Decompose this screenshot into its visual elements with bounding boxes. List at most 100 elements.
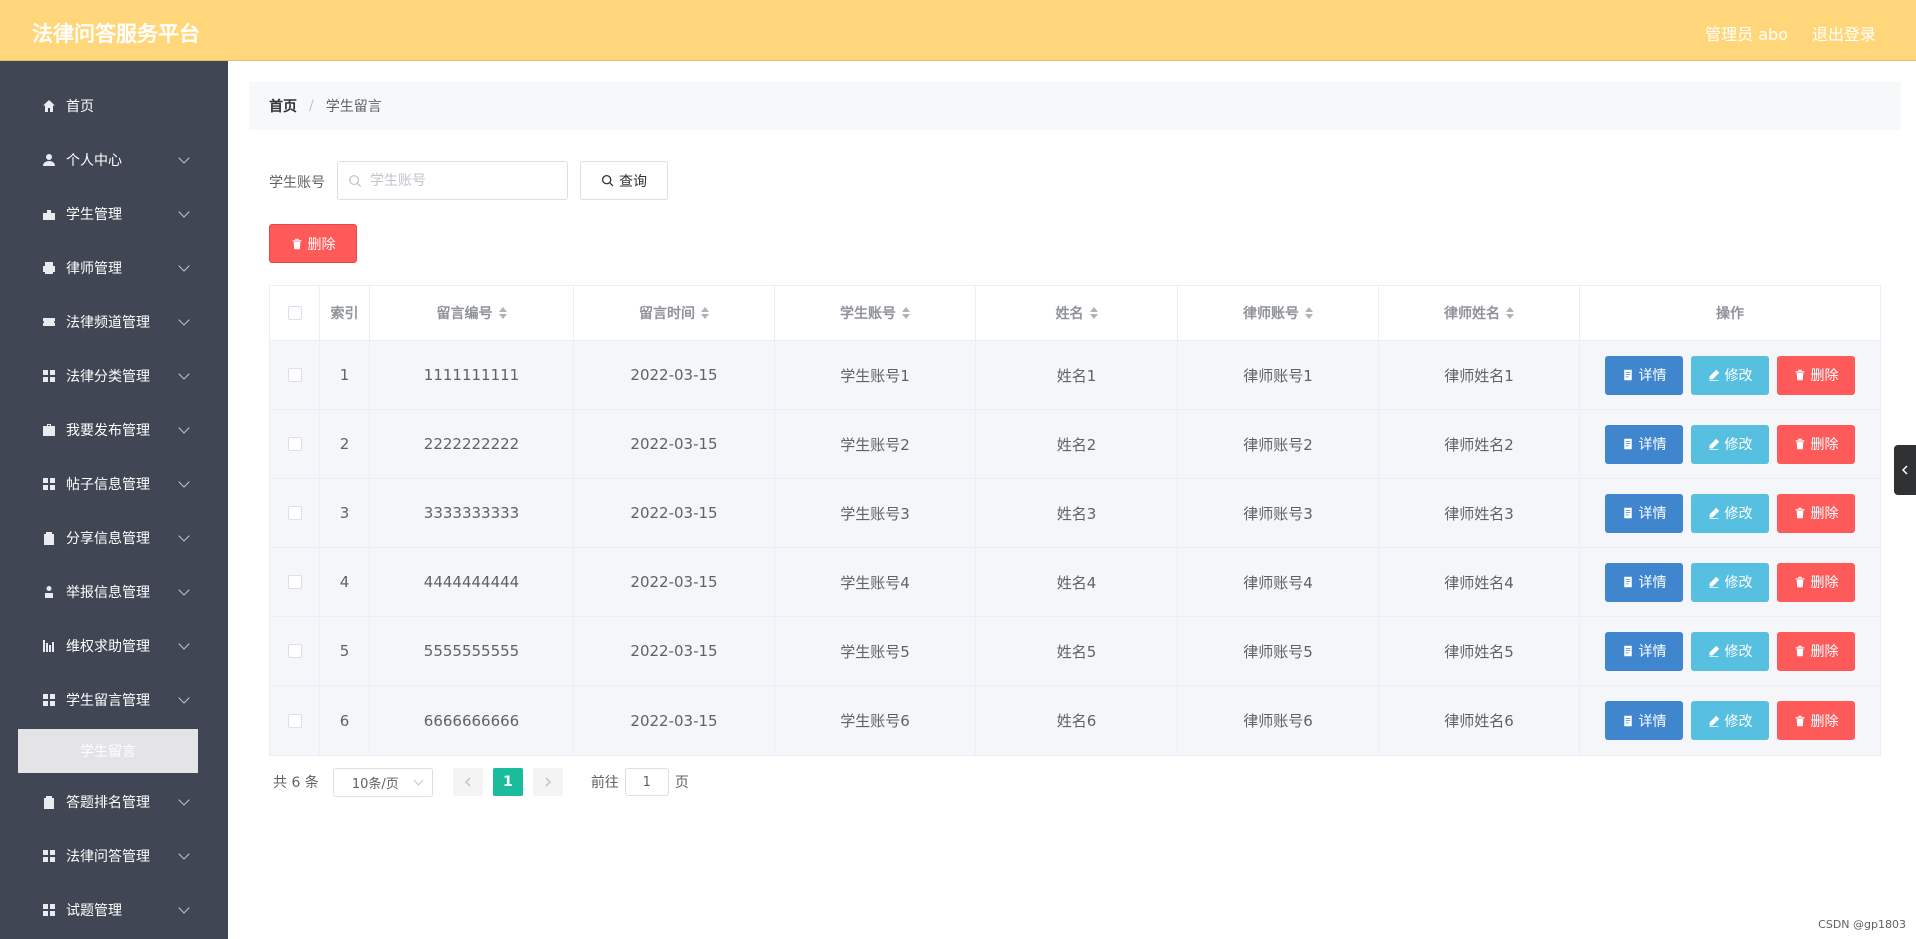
edit-button[interactable]: 修改 — [1691, 424, 1769, 464]
detail-button[interactable]: 详情 — [1605, 355, 1683, 395]
row-checkbox[interactable] — [287, 575, 302, 589]
trash-icon — [292, 238, 301, 249]
sidebar-item-8[interactable]: 分享信息管理 — [0, 511, 228, 565]
page-number[interactable]: 1 — [492, 768, 523, 796]
cell-lawyer: 律师账号3 — [1178, 479, 1379, 547]
col-lawyer-name[interactable]: 律师姓名 — [1379, 286, 1580, 340]
delete-button[interactable]: 删除 — [1777, 355, 1855, 395]
delete-button[interactable]: 删除 — [1777, 701, 1855, 740]
edit-button[interactable]: 修改 — [1691, 355, 1769, 395]
row-checkbox[interactable] — [287, 437, 302, 451]
cell-time: 2022-03-15 — [574, 548, 775, 616]
col-name[interactable]: 姓名 — [976, 286, 1178, 340]
sidebar-item-0[interactable]: 首页 — [0, 79, 228, 133]
row-checkbox[interactable] — [287, 713, 302, 728]
grid-icon — [42, 369, 56, 383]
bulk-delete-button[interactable]: 删除 — [269, 224, 357, 263]
col-msg-no[interactable]: 留言编号 — [370, 286, 574, 340]
cell-index: 2 — [320, 410, 370, 478]
sort-icon[interactable] — [1089, 307, 1098, 319]
prev-page-button[interactable] — [452, 768, 483, 796]
cell-msg_no: 5555555555 — [370, 617, 574, 685]
edit-icon — [1708, 715, 1725, 727]
sidebar-item-12[interactable]: 答题排名管理 — [0, 775, 228, 829]
cell-student: 学生账号3 — [775, 479, 976, 547]
chevron-down-icon — [178, 638, 190, 650]
delete-button[interactable]: 删除 — [1777, 562, 1855, 602]
goto-page-input[interactable] — [624, 768, 669, 796]
edit-button[interactable]: 修改 — [1691, 701, 1769, 740]
trash-icon — [1794, 369, 1811, 381]
sidebar-item-7[interactable]: 帖子信息管理 — [0, 457, 228, 511]
trash-icon — [1794, 645, 1811, 657]
col-lawyer[interactable]: 律师账号 — [1178, 286, 1379, 340]
edit-button[interactable]: 修改 — [1691, 493, 1769, 533]
row-checkbox[interactable] — [287, 368, 302, 382]
chevron-down-icon — [178, 476, 190, 488]
sidebar-item-5[interactable]: 法律分类管理 — [0, 349, 228, 403]
admin-label: 管理员 abo — [1705, 25, 1788, 44]
sidebar-item-6[interactable]: 我要发布管理 — [0, 403, 228, 457]
table-row: 2 2222222222 2022-03-15 学生账号2 姓名2 律师账号2 律师姓名2 详… — [270, 410, 1880, 479]
sidebar-item-1[interactable]: 个人中心 — [0, 133, 228, 187]
sort-icon[interactable] — [1305, 307, 1313, 319]
search-input[interactable] — [368, 171, 552, 190]
home-icon — [42, 99, 56, 113]
chevron-down-icon — [178, 152, 190, 164]
row-checkbox[interactable] — [287, 644, 302, 658]
select-all-checkbox[interactable] — [287, 306, 302, 320]
sidebar-item-label: 法律分类管理 — [66, 369, 150, 385]
detail-button[interactable]: 详情 — [1605, 424, 1683, 464]
sort-icon[interactable] — [701, 307, 709, 319]
search-field[interactable] — [337, 161, 568, 200]
sidebar-item-2[interactable]: 学生管理 — [0, 187, 228, 241]
detail-button[interactable]: 详情 — [1605, 701, 1683, 740]
school-icon — [42, 207, 56, 221]
chevron-down-icon — [178, 422, 190, 434]
edit-button[interactable]: 修改 — [1691, 562, 1769, 602]
trash-icon — [1794, 715, 1811, 727]
delete-button[interactable]: 删除 — [1777, 493, 1855, 533]
sort-icon[interactable] — [1506, 307, 1514, 319]
cell-lawyer: 律师账号1 — [1178, 341, 1379, 409]
breadcrumb-home[interactable]: 首页 — [269, 96, 297, 116]
edit-button[interactable]: 修改 — [1691, 631, 1769, 671]
row-actions: 详情 修改 删除 — [1580, 410, 1880, 478]
col-student[interactable]: 学生账号 — [775, 286, 976, 340]
sidebar-item-3[interactable]: 律师管理 — [0, 241, 228, 295]
delete-button[interactable]: 删除 — [1777, 424, 1855, 464]
sidebar-item-4[interactable]: 法律频道管理 — [0, 295, 228, 349]
sort-icon[interactable] — [498, 307, 507, 319]
logout-link[interactable]: 退出登录 — [1812, 21, 1876, 45]
sidebar-item-10[interactable]: 维权求助管理 — [0, 619, 228, 673]
chevron-down-icon — [178, 794, 190, 806]
sort-icon[interactable] — [902, 307, 910, 319]
col-time[interactable]: 留言时间 — [574, 286, 775, 340]
chevron-down-icon — [178, 314, 190, 326]
next-page-button[interactable] — [532, 768, 563, 796]
chevron-down-icon — [178, 206, 190, 218]
sidebar-item-label: 试题管理 — [66, 903, 122, 919]
detail-button[interactable]: 详情 — [1605, 562, 1683, 602]
sidebar-item-13[interactable]: 法律问答管理 — [0, 829, 228, 883]
sidebar-item-11[interactable]: 学生留言管理 — [0, 673, 228, 727]
delete-button[interactable]: 删除 — [1777, 631, 1855, 671]
table-header-row: 索引 留言编号 留言时间 学生账号 姓名 律师账号 律师姓名 操作 — [270, 286, 1880, 341]
submenu-item-student-messages[interactable]: 学生留言 — [18, 729, 198, 773]
detail-button[interactable]: 详情 — [1605, 631, 1683, 671]
cell-msg_no: 6666666666 — [370, 686, 574, 755]
cell-time: 2022-03-15 — [574, 617, 775, 685]
search-label: 学生账号 — [269, 175, 325, 191]
grid-icon — [42, 849, 56, 863]
cell-student: 学生账号2 — [775, 410, 976, 478]
row-checkbox[interactable] — [287, 506, 302, 520]
cell-name: 姓名4 — [976, 548, 1178, 616]
sidebar-item-9[interactable]: 举报信息管理 — [0, 565, 228, 619]
page-size-select[interactable]: 10条/页 — [332, 767, 433, 797]
query-button[interactable]: 查询 — [580, 161, 668, 200]
cell-student: 学生账号5 — [775, 617, 976, 685]
collapse-panel-toggle[interactable] — [1894, 445, 1916, 495]
detail-button[interactable]: 详情 — [1605, 493, 1683, 533]
col-actions: 操作 — [1716, 306, 1744, 322]
sidebar-item-14[interactable]: 试题管理 — [0, 883, 228, 937]
